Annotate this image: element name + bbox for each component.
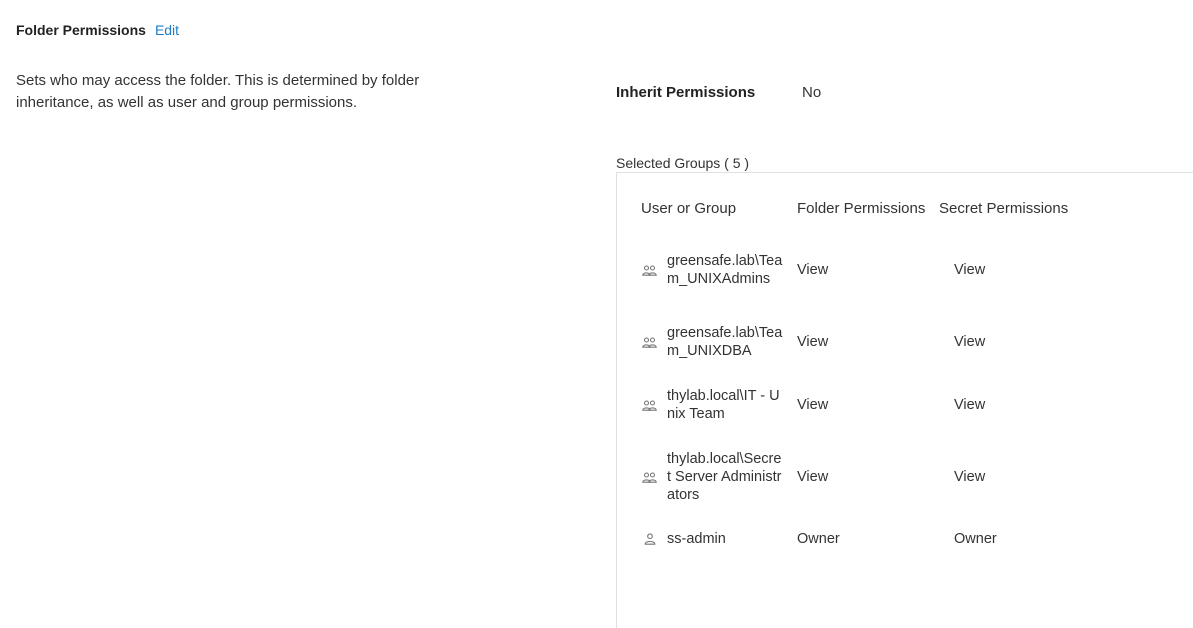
user-or-group-name: greensafe.lab\Team_UNIXDBA (667, 325, 783, 359)
column-header-folder-permissions: Folder Permissions (797, 200, 926, 217)
edit-link[interactable]: Edit (155, 22, 179, 38)
group-icon (641, 471, 658, 483)
table-row: thylab.local\Secret Server Administrator… (617, 450, 1193, 504)
user-or-group-name: thylab.local\Secret Server Administrator… (667, 451, 782, 503)
column-header-user-or-group: User or Group (641, 200, 737, 217)
selected-groups-heading: Selected Groups ( 5 ) (616, 155, 750, 171)
group-icon (641, 399, 658, 411)
inherit-permissions-value: No (802, 84, 822, 101)
user-cell: greensafe.lab\Team_UNIXAdmins (641, 243, 785, 297)
folder-permission-value: View (797, 469, 829, 485)
folder-permission-value: View (797, 262, 829, 278)
user-or-group-name: greensafe.lab\Team_UNIXAdmins (667, 253, 783, 287)
user-icon (641, 533, 658, 545)
folder-permission-value: View (797, 334, 829, 350)
group-icon (641, 336, 658, 348)
user-cell: thylab.local\Secret Server Administrator… (641, 450, 785, 504)
secret-permission-value: View (954, 397, 986, 413)
group-icon (641, 264, 658, 276)
secret-permission-value: View (954, 334, 986, 350)
permissions-table: User or Group Folder Permissions Secret … (616, 172, 1193, 628)
secret-permission-value: View (954, 469, 986, 485)
table-row: greensafe.lab\Team_UNIXDBA View View (617, 324, 1193, 360)
permissions-detail: Inherit Permissions No Selected Groups (… (616, 0, 1193, 628)
section-title: Folder Permissions (16, 22, 146, 38)
secret-permission-value: View (954, 262, 986, 278)
inherit-permissions-row: Inherit Permissions No (616, 84, 821, 101)
folder-permission-value: View (797, 397, 829, 413)
table-row: ss-admin Owner Owner (617, 530, 1193, 548)
secret-permission-value: Owner (954, 531, 997, 547)
user-cell: greensafe.lab\Team_UNIXDBA (641, 324, 785, 360)
user-or-group-name: ss-admin (667, 531, 726, 547)
table-row: thylab.local\IT - Unix Team View View (617, 387, 1193, 423)
folder-permission-value: Owner (797, 531, 840, 547)
section-header: Folder Permissions Edit (16, 22, 179, 38)
column-header-secret-permissions: Secret Permissions (939, 200, 1069, 217)
user-or-group-name: thylab.local\IT - Unix Team (667, 388, 780, 422)
user-cell: thylab.local\IT - Unix Team (641, 387, 785, 423)
user-cell: ss-admin (641, 530, 785, 548)
inherit-permissions-label: Inherit Permissions (616, 84, 756, 101)
table-row: greensafe.lab\Team_UNIXAdmins View View (617, 243, 1193, 297)
section-description: Sets who may access the folder. This is … (16, 72, 420, 111)
